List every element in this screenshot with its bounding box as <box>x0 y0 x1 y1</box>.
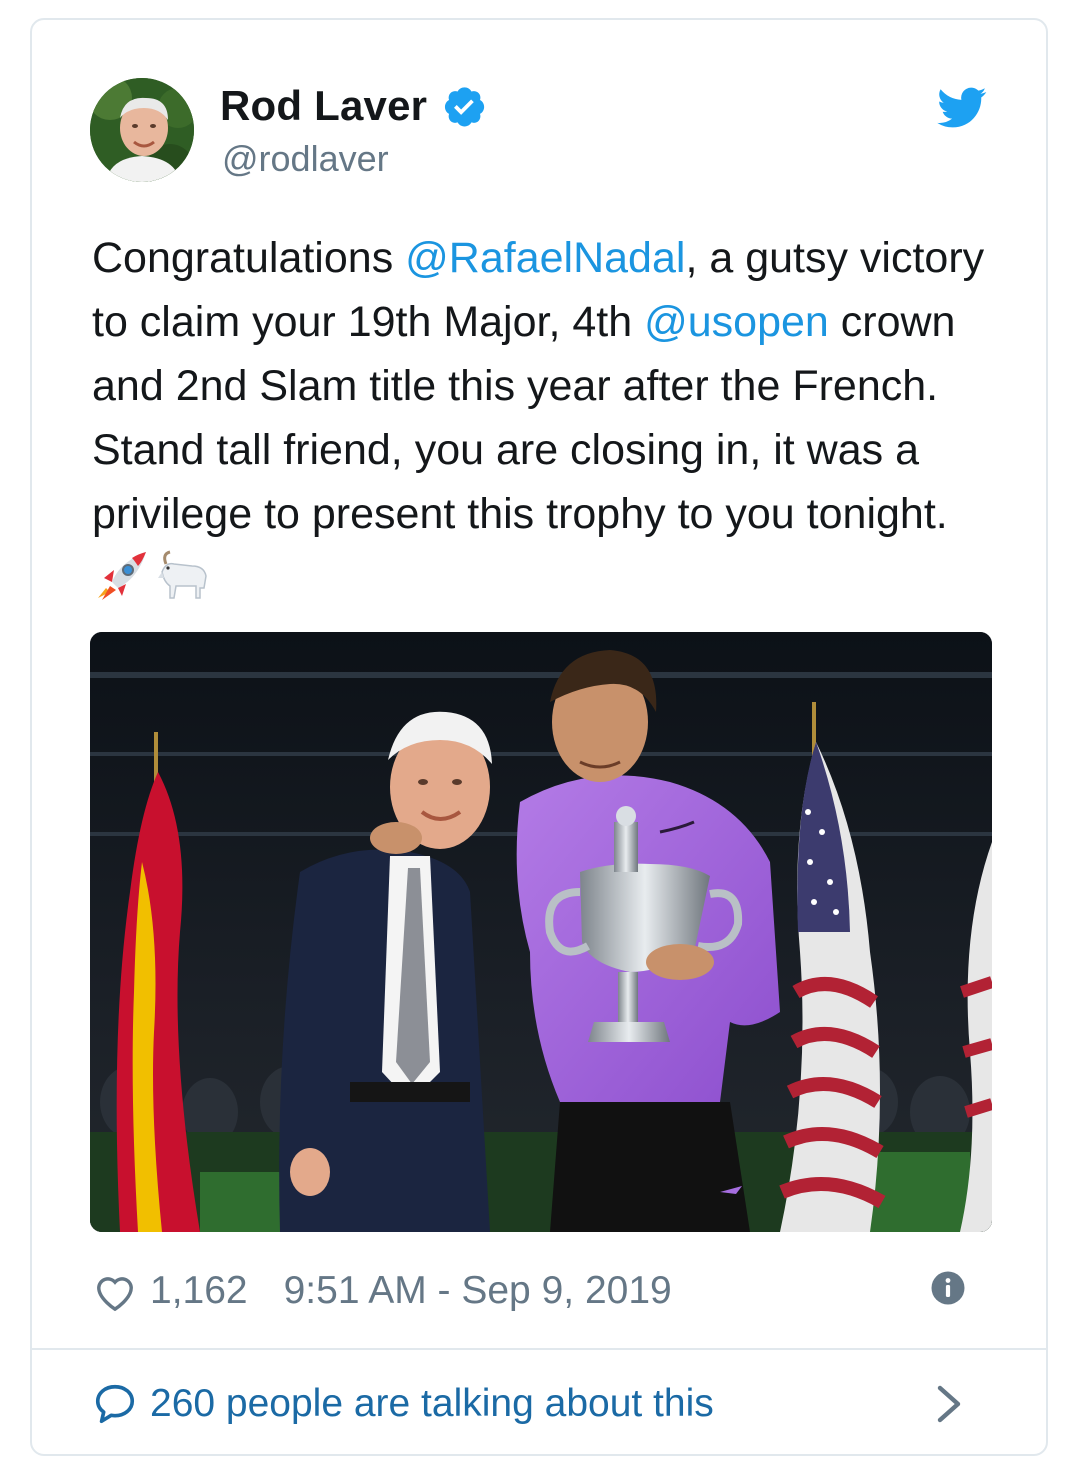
goat-icon <box>158 550 207 599</box>
reply-bubble-icon <box>95 1384 135 1424</box>
mention-usopen-link[interactable]: @usopen <box>644 298 829 346</box>
author-name-row[interactable]: Rod Laver <box>220 82 487 130</box>
rocket-icon <box>98 552 146 600</box>
talking-label[interactable]: 260 people are talking about this <box>150 1382 714 1426</box>
footer-divider <box>32 1348 1046 1350</box>
trophy-ceremony-image <box>90 632 992 1232</box>
chevron-right-icon[interactable] <box>936 1384 962 1424</box>
like-count[interactable]: 1,162 <box>150 1269 248 1313</box>
verified-badge-icon <box>445 87 485 127</box>
twitter-bird-icon[interactable] <box>937 86 987 130</box>
author-avatar[interactable] <box>90 78 194 182</box>
tweet-photo[interactable] <box>90 632 992 1232</box>
tweet-meta-row: 1,162 9:51 AM - Sep 9, 2019 <box>92 1266 992 1316</box>
author-display-name[interactable]: Rod Laver <box>220 82 427 130</box>
tweet-text-part: Congratulations <box>92 234 406 282</box>
tweet-timestamp[interactable]: 9:51 AM - Sep 9, 2019 <box>284 1269 672 1313</box>
avatar-photo <box>90 78 194 182</box>
tweet-card[interactable]: Rod Laver @rodlaver Congratulations @Raf… <box>30 18 1048 1456</box>
heart-icon[interactable] <box>92 1270 138 1312</box>
mention-rafaelnadal-link[interactable]: @RafaelNadal <box>405 234 685 282</box>
conversation-link[interactable]: 260 people are talking about this <box>92 1378 992 1430</box>
tweet-text: Congratulations @RafaelNadal, a gutsy vi… <box>92 226 992 610</box>
info-icon[interactable] <box>930 1270 966 1306</box>
author-handle[interactable]: @rodlaver <box>222 138 389 180</box>
